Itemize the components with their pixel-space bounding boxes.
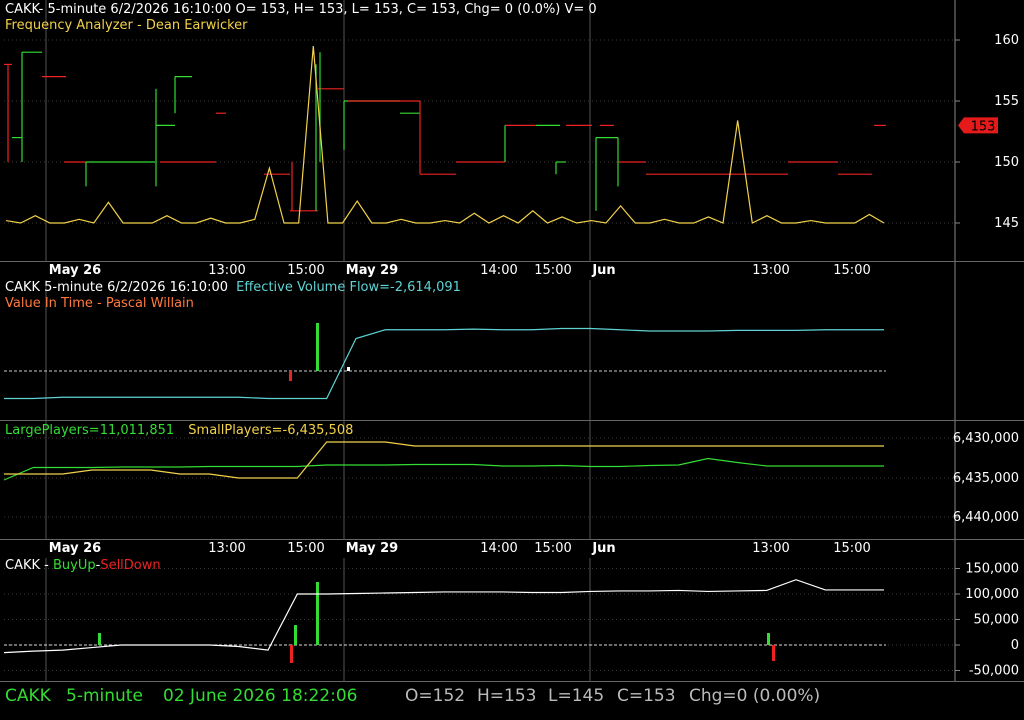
- status-change: Chg=0 (0.00%): [689, 686, 821, 706]
- buy-sell-cumulative-line: [3, 579, 884, 654]
- time-axis-label: May 26: [49, 541, 101, 556]
- time-axis-label: 13:00: [752, 263, 789, 278]
- small-players-line: [4, 441, 884, 479]
- frequency-analyzer-line: [5, 46, 885, 224]
- buy-up-bar: [767, 633, 770, 645]
- status-low: L=145: [548, 686, 605, 706]
- time-axis-label: 13:00: [208, 263, 245, 278]
- price-y-label: 145: [994, 216, 1019, 231]
- time-axis-label: May 29: [346, 541, 398, 556]
- status-open: O=152: [405, 686, 466, 706]
- time-axis-label: Jun: [591, 541, 615, 556]
- price-title: CAKK- 5-minute 6/2/2026 16:10:00 O= 153,…: [5, 2, 597, 17]
- price-y-label: 150: [994, 155, 1019, 170]
- time-axis-label: 14:00: [480, 541, 517, 556]
- indicator-author: Dean Earwicker: [145, 18, 248, 33]
- buy-up-label: BuyUp: [52, 558, 96, 573]
- vit-bar-up: [316, 323, 319, 371]
- time-axis-label: 15:00: [833, 541, 870, 556]
- small-players-label: SmallPlayers=-6,435,508: [188, 423, 354, 438]
- price-panel: 160 155 150 145 153 CAKK- 5-minute 6/2/2026 …: [0, 0, 1024, 262]
- time-axis-top-svg: May 26 13:00 15:00 May 29 14:00 15:00 Jun 13:00…: [49, 262, 956, 280]
- players-y-label: 6,430,000: [953, 431, 1019, 446]
- status-datetime: 02 June 2026 18:22:06: [163, 686, 358, 706]
- time-axis-label: May 26: [49, 263, 101, 278]
- time-axis-label: 15:00: [287, 263, 324, 278]
- volume-flow-header: CAKK 5-minute 6/2/2026 16:10:00 Effectiv…: [5, 280, 461, 295]
- time-axis-top: May 26 13:00 15:00 May 29 14:00 15:00 Jun 13:00…: [0, 262, 1024, 280]
- players-panel: 6,430,000 6,435,000 6,440,000 LargePlayers…: [0, 421, 1024, 540]
- buy-sell-header: CAKK - BuyUp-SellDown: [5, 558, 161, 573]
- buysell-y-label: -50,000: [969, 664, 1019, 679]
- buysell-y-label: 100,000: [965, 587, 1019, 602]
- buysell-y-label: 0: [1011, 638, 1019, 653]
- effective-volume-flow-line: [4, 327, 884, 400]
- vit-bar-down: [289, 371, 292, 381]
- buy-sell-panel: 150,000 100,000 50,000 0 -50,000 CAKK - BuyU…: [0, 558, 1024, 682]
- vit-separator: -: [92, 296, 106, 311]
- buy-sell-prefix: CAKK -: [5, 558, 53, 573]
- volume-flow-panel: CAKK 5-minute 6/2/2026 16:10:00 Effectiv…: [0, 280, 1024, 421]
- price-chart: 160 155 150 145 153: [0, 0, 1024, 262]
- time-axis-label: May 29: [346, 263, 398, 278]
- value-in-time-header: Value In Time - Pascal Willain: [5, 296, 194, 311]
- buysell-y-label: 150,000: [965, 562, 1019, 577]
- large-players-line: [3, 457, 884, 481]
- sell-down-bar: [772, 645, 775, 661]
- time-axis-label: 13:00: [752, 541, 789, 556]
- buy-sell-chart: 150,000 100,000 50,000 0 -50,000: [0, 558, 1024, 682]
- time-axis-label: 15:00: [833, 263, 870, 278]
- players-header: LargePlayers=11,011,851 SmallPlayers=-6,…: [5, 423, 353, 438]
- status-bar: CAKK 5-minute 02 June 2026 18:22:06 O=15…: [0, 682, 1024, 720]
- vit-author: Pascal Willain: [105, 296, 194, 311]
- sell-down-label: SellDown: [100, 558, 161, 573]
- price-y-label: 155: [994, 94, 1019, 109]
- time-axis-label: Jun: [591, 263, 615, 278]
- last-price-badge-label: 153: [971, 119, 996, 134]
- buy-up-bar: [294, 625, 297, 645]
- large-players-label: LargePlayers=11,011,851: [5, 423, 175, 438]
- indicator-separator: -: [132, 18, 146, 33]
- players-y-label: 6,440,000: [953, 510, 1019, 525]
- price-title-line: CAKK- 5-minute 6/2/2026 16:10:00 O= 153,…: [5, 2, 597, 17]
- status-high: H=153: [477, 686, 537, 706]
- players-chart: 6,430,000 6,435,000 6,440,000: [0, 421, 1024, 540]
- time-axis-bottom: May 26 13:00 15:00 May 29 14:00 15:00 Jun 13:00…: [0, 540, 1024, 558]
- indicator-name: Frequency Analyzer: [5, 18, 133, 33]
- status-close: C=153: [617, 686, 676, 706]
- time-axis-label: 15:00: [534, 263, 571, 278]
- sell-down-bar: [290, 645, 293, 663]
- buy-up-bar: [316, 582, 319, 645]
- price-y-label: 160: [994, 33, 1019, 48]
- vit-bar-small: [347, 367, 350, 371]
- vit-name: Value In Time: [5, 296, 93, 311]
- status-interval: 5-minute: [66, 686, 143, 706]
- efv-label: Effective Volume Flow=-2,614,091: [236, 280, 461, 295]
- time-axis-bottom-svg: May 26 13:00 15:00 May 29 14:00 15:00 Jun 13:00…: [49, 540, 956, 558]
- buysell-y-label: 50,000: [974, 613, 1020, 628]
- status-symbol: CAKK: [5, 686, 51, 706]
- time-axis-label: 13:00: [208, 541, 245, 556]
- volume-flow-title: CAKK 5-minute 6/2/2026 16:10:00: [5, 280, 228, 295]
- time-axis-label: 15:00: [287, 541, 324, 556]
- players-y-label: 6,435,000: [953, 471, 1019, 486]
- buy-up-bar: [98, 633, 101, 645]
- time-axis-label: 14:00: [480, 263, 517, 278]
- price-indicator-header: Frequency Analyzer - Dean Earwicker: [5, 18, 248, 33]
- time-axis-label: 15:00: [534, 541, 571, 556]
